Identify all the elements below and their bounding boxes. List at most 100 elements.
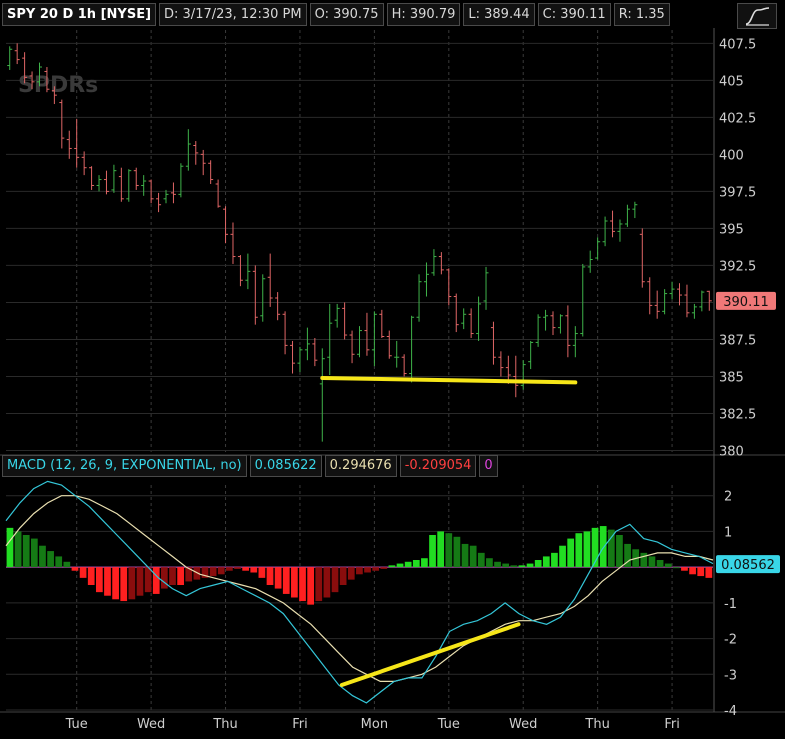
- price-tick-label: 380: [719, 445, 744, 460]
- histogram-bar: [412, 560, 420, 568]
- histogram-bar: [518, 565, 526, 568]
- histogram-bar: [681, 567, 688, 571]
- histogram-bar: [234, 567, 241, 569]
- histogram-bar: [697, 567, 705, 577]
- macd-tick-label: -1: [724, 597, 737, 612]
- histogram-bar: [705, 567, 713, 578]
- price-tick-label: 407.5: [719, 37, 756, 52]
- histogram-bar: [494, 561, 501, 568]
- histogram-bar: [22, 535, 30, 568]
- low-label: L: 389.44: [463, 3, 535, 26]
- histogram-bar: [87, 567, 95, 585]
- time-label: Thu: [212, 717, 237, 732]
- histogram-bar: [282, 567, 290, 594]
- histogram-bar: [429, 535, 436, 568]
- price-tick-label: 387.5: [719, 333, 756, 348]
- macd-zero: 0: [479, 455, 498, 477]
- range-label: R: 1.35: [613, 3, 670, 26]
- histogram-bar: [656, 560, 664, 568]
- histogram-bar: [55, 556, 63, 568]
- histogram-bar: [299, 567, 306, 602]
- chart-style-icon[interactable]: [737, 3, 777, 29]
- histogram-bar: [217, 567, 225, 575]
- histogram-bar: [510, 565, 518, 568]
- histogram-bar: [152, 567, 160, 594]
- date-label: D: 3/17/23, 12:30 PM: [159, 3, 307, 26]
- spdr-watermark-text: SPDRs: [18, 73, 98, 98]
- histogram-bar: [95, 567, 103, 593]
- histogram-bar: [469, 545, 477, 568]
- histogram-bar: [112, 567, 119, 600]
- histogram-bar: [640, 552, 648, 568]
- histogram-bar: [453, 536, 461, 568]
- macd-tick-label: -3: [724, 668, 737, 683]
- histogram-bar: [372, 567, 380, 571]
- high-label: H: 390.79: [386, 3, 461, 26]
- macd-diff: -0.209054: [399, 455, 477, 477]
- price-tick-label: 405: [719, 74, 744, 89]
- price-tick-label: 382.5: [719, 408, 756, 423]
- histogram-bar: [331, 567, 339, 593]
- histogram-bar: [323, 567, 331, 598]
- histogram-bar: [356, 567, 363, 575]
- price-tick-label: 400: [719, 148, 744, 163]
- histogram-bar: [364, 567, 371, 573]
- macd-tick-label: -4: [724, 704, 737, 719]
- histogram-bar: [689, 567, 696, 575]
- histogram-bar: [136, 567, 144, 596]
- histogram-bar: [380, 567, 388, 569]
- histogram-bar: [445, 533, 453, 568]
- price-tick-label: 402.5: [719, 111, 756, 126]
- macd-axis: 210-1-2-3-4: [724, 490, 737, 719]
- histogram-bar: [559, 545, 566, 568]
- histogram-bar: [583, 531, 591, 568]
- histogram-bar: [542, 556, 550, 568]
- macd-trendline: [339, 622, 521, 687]
- time-label: Thu: [584, 717, 609, 732]
- macd-line: [5, 480, 714, 704]
- histogram-bar: [14, 531, 22, 568]
- histogram-bar: [648, 556, 656, 568]
- macd-tick-label: -2: [724, 633, 737, 648]
- histogram-bar: [144, 567, 152, 593]
- symbol-label[interactable]: SPY 20 D 1h [NYSE]: [2, 3, 157, 26]
- histogram-bar: [437, 531, 445, 568]
- macd-study-label[interactable]: MACD (12, 26, 9, EXPONENTIAL, no): [2, 455, 247, 477]
- time-label: Fri: [292, 717, 308, 732]
- price-tick-label: 395: [719, 222, 744, 237]
- histogram-bar: [250, 567, 258, 573]
- price-header: SPY 20 D 1h [NYSE] D: 3/17/23, 12:30 PM …: [2, 2, 673, 27]
- histogram-bar: [209, 567, 217, 577]
- price-tick-label: 397.5: [719, 185, 756, 200]
- macd-lines: [5, 480, 714, 704]
- histogram-bar: [461, 543, 469, 568]
- histogram-bar: [71, 567, 79, 571]
- histogram-bar: [39, 545, 46, 568]
- histogram-bar: [477, 552, 485, 568]
- price-support-line: [320, 375, 578, 385]
- macd-header: MACD (12, 26, 9, EXPONENTIAL, no) 0.0856…: [2, 455, 501, 477]
- histogram-bar: [502, 563, 510, 568]
- style-curve-icon: [745, 7, 770, 26]
- macd-tick-label: 2: [724, 490, 732, 505]
- watermark: SPDRs: [18, 73, 98, 98]
- histogram-bar: [291, 567, 298, 598]
- close-label: C: 390.11: [537, 3, 611, 26]
- macd-value-tag: 0.08562: [721, 558, 775, 573]
- time-label: Wed: [509, 717, 537, 732]
- time-label: Mon: [361, 717, 388, 732]
- chart-canvas[interactable]: SPDRs 407.5405402.5400397.5395392.539038…: [0, 0, 785, 739]
- price-axis: 407.5405402.5400397.5395392.5390387.5385…: [719, 37, 756, 459]
- histogram-bar: [120, 567, 128, 602]
- histogram-bar: [599, 526, 607, 568]
- histogram-bar: [169, 567, 176, 585]
- histogram-bar: [575, 533, 583, 568]
- histogram-bar: [274, 567, 282, 589]
- histogram-bar: [104, 567, 111, 596]
- histogram-bar: [347, 567, 355, 580]
- macd-tick-label: 1: [724, 525, 732, 540]
- price-tick-label: 385: [719, 370, 744, 385]
- macd-avg: 0.294676: [324, 455, 397, 477]
- macd-histogram: [6, 526, 713, 605]
- histogram-bar: [396, 563, 404, 568]
